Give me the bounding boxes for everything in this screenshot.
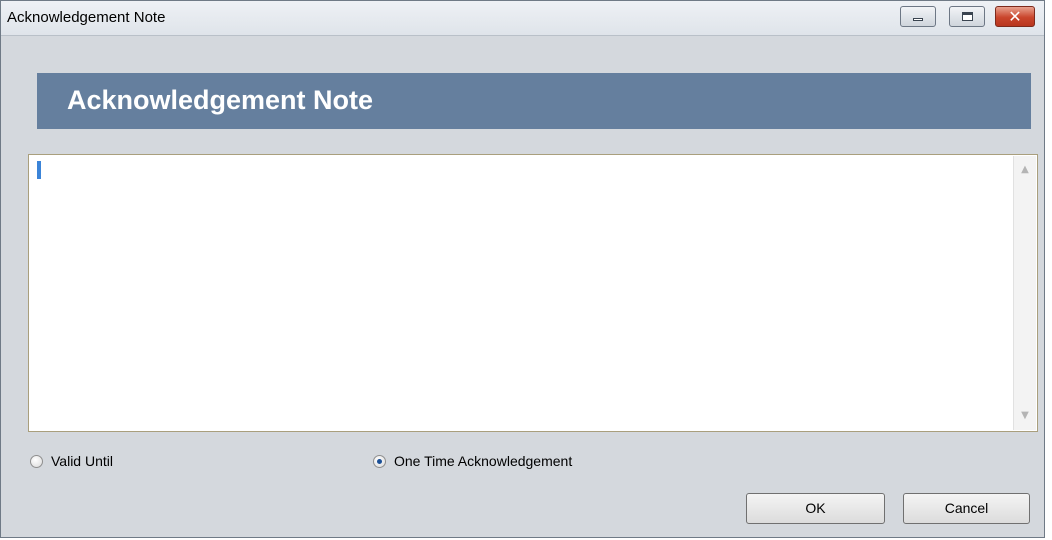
minimize-button[interactable] [900, 6, 936, 27]
minimize-icon [913, 18, 923, 21]
dialog-window: Acknowledgement Note ✕ Acknowledgement N… [0, 0, 1045, 538]
maximize-icon [962, 12, 973, 21]
vertical-scrollbar[interactable]: ▲ ▼ [1013, 156, 1036, 430]
page-title: Acknowledgement Note [67, 85, 374, 115]
maximize-button[interactable] [949, 6, 985, 27]
valid-until-radio[interactable] [30, 455, 43, 468]
title-bar[interactable]: Acknowledgement Note ✕ [1, 1, 1044, 36]
note-textarea[interactable]: ▲ ▼ [28, 154, 1038, 432]
one-time-acknowledgement-radio[interactable] [373, 455, 386, 468]
valid-until-label[interactable]: Valid Until [51, 453, 113, 469]
window-title: Acknowledgement Note [7, 9, 166, 26]
one-time-acknowledgement-label[interactable]: One Time Acknowledgement [394, 453, 572, 469]
scroll-up-icon[interactable]: ▲ [1014, 159, 1036, 181]
text-caret [37, 161, 41, 179]
cancel-button[interactable]: Cancel [903, 493, 1030, 524]
close-icon: ✕ [1008, 7, 1022, 26]
header-banner: Acknowledgement Note [37, 73, 1031, 129]
close-button[interactable]: ✕ [995, 6, 1035, 27]
ok-button[interactable]: OK [746, 493, 885, 524]
scroll-down-icon[interactable]: ▼ [1014, 405, 1036, 427]
